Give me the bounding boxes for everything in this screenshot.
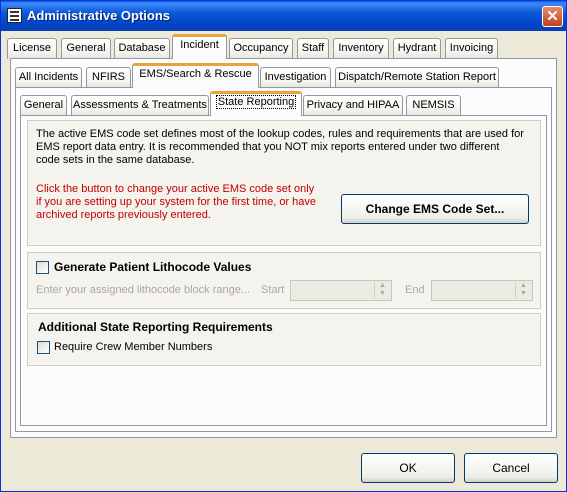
generate-lithocode-label: Generate Patient Lithocode Values bbox=[54, 260, 252, 274]
lithocode-range-prompt: Enter your assigned lithocode block rang… bbox=[36, 284, 251, 296]
tab-general[interactable]: General bbox=[61, 38, 111, 59]
lithocode-end-field[interactable]: ▲ ▼ bbox=[431, 280, 533, 301]
tab-staff[interactable]: Staff bbox=[297, 38, 329, 59]
tab-privacy-hipaa[interactable]: Privacy and HIPAA bbox=[303, 95, 403, 116]
tab-assessments-treatments[interactable]: Assessments & Treatments bbox=[71, 95, 209, 116]
ok-button[interactable]: OK bbox=[361, 453, 455, 483]
spin-up-icon[interactable]: ▲ bbox=[375, 282, 390, 290]
ems-code-set-warning: Click the button to change your active E… bbox=[36, 183, 317, 221]
lithocode-end-label: End bbox=[405, 284, 425, 296]
lithocode-end-spinner[interactable]: ▲ ▼ bbox=[515, 282, 531, 299]
tab-state-reporting[interactable]: State Reporting bbox=[210, 91, 302, 116]
additional-requirements-group: Additional State Reporting Requirements … bbox=[27, 313, 541, 366]
tab-nemsis[interactable]: NEMSIS bbox=[406, 95, 461, 116]
lithocode-start-spinner[interactable]: ▲ ▼ bbox=[374, 282, 390, 299]
tab-occupancy[interactable]: Occupancy bbox=[229, 38, 293, 59]
additional-requirements-title: Additional State Reporting Requirements bbox=[38, 320, 273, 334]
spin-down-icon[interactable]: ▼ bbox=[375, 290, 390, 298]
lithocode-start-label: Start bbox=[261, 284, 285, 296]
tab-ems-search-rescue[interactable]: EMS/Search & Rescue bbox=[132, 63, 259, 88]
lithocode-start-field[interactable]: ▲ ▼ bbox=[290, 280, 392, 301]
spin-down-icon[interactable]: ▼ bbox=[516, 290, 531, 298]
tab-incident[interactable]: Incident bbox=[172, 34, 227, 59]
spin-up-icon[interactable]: ▲ bbox=[516, 282, 531, 290]
tab-all-incidents[interactable]: All Incidents bbox=[15, 67, 82, 88]
tab-hydrant[interactable]: Hydrant bbox=[393, 38, 441, 59]
generate-lithocode-checkbox[interactable] bbox=[36, 261, 49, 274]
ems-code-set-group: The active EMS code set defines most of … bbox=[27, 120, 541, 246]
cancel-button[interactable]: Cancel bbox=[464, 453, 558, 483]
tab-license[interactable]: License bbox=[7, 38, 57, 59]
tab-nfirs[interactable]: NFIRS bbox=[86, 67, 131, 88]
administrative-options-window: Administrative Options ✕ License General… bbox=[0, 0, 567, 492]
tab-database[interactable]: Database bbox=[114, 38, 170, 59]
change-ems-code-set-button[interactable]: Change EMS Code Set... bbox=[341, 194, 529, 224]
tab-investigation[interactable]: Investigation bbox=[260, 67, 331, 88]
tab-invoicing[interactable]: Invoicing bbox=[445, 38, 498, 59]
ems-code-set-description: The active EMS code set defines most of … bbox=[36, 128, 524, 166]
close-button[interactable]: ✕ bbox=[542, 6, 563, 27]
title-bar[interactable]: Administrative Options ✕ bbox=[1, 1, 566, 31]
tab-inventory[interactable]: Inventory bbox=[333, 38, 389, 59]
require-crew-numbers-label: Require Crew Member Numbers bbox=[54, 341, 213, 353]
require-crew-numbers-checkbox[interactable] bbox=[37, 341, 50, 354]
tab-ems-general[interactable]: General bbox=[20, 95, 67, 116]
lithocode-group: Generate Patient Lithocode Values Enter … bbox=[27, 252, 541, 309]
window-title: Administrative Options bbox=[27, 8, 171, 23]
app-icon bbox=[7, 8, 22, 23]
tab-dispatch-remote-station-report[interactable]: Dispatch/Remote Station Report bbox=[335, 67, 499, 88]
